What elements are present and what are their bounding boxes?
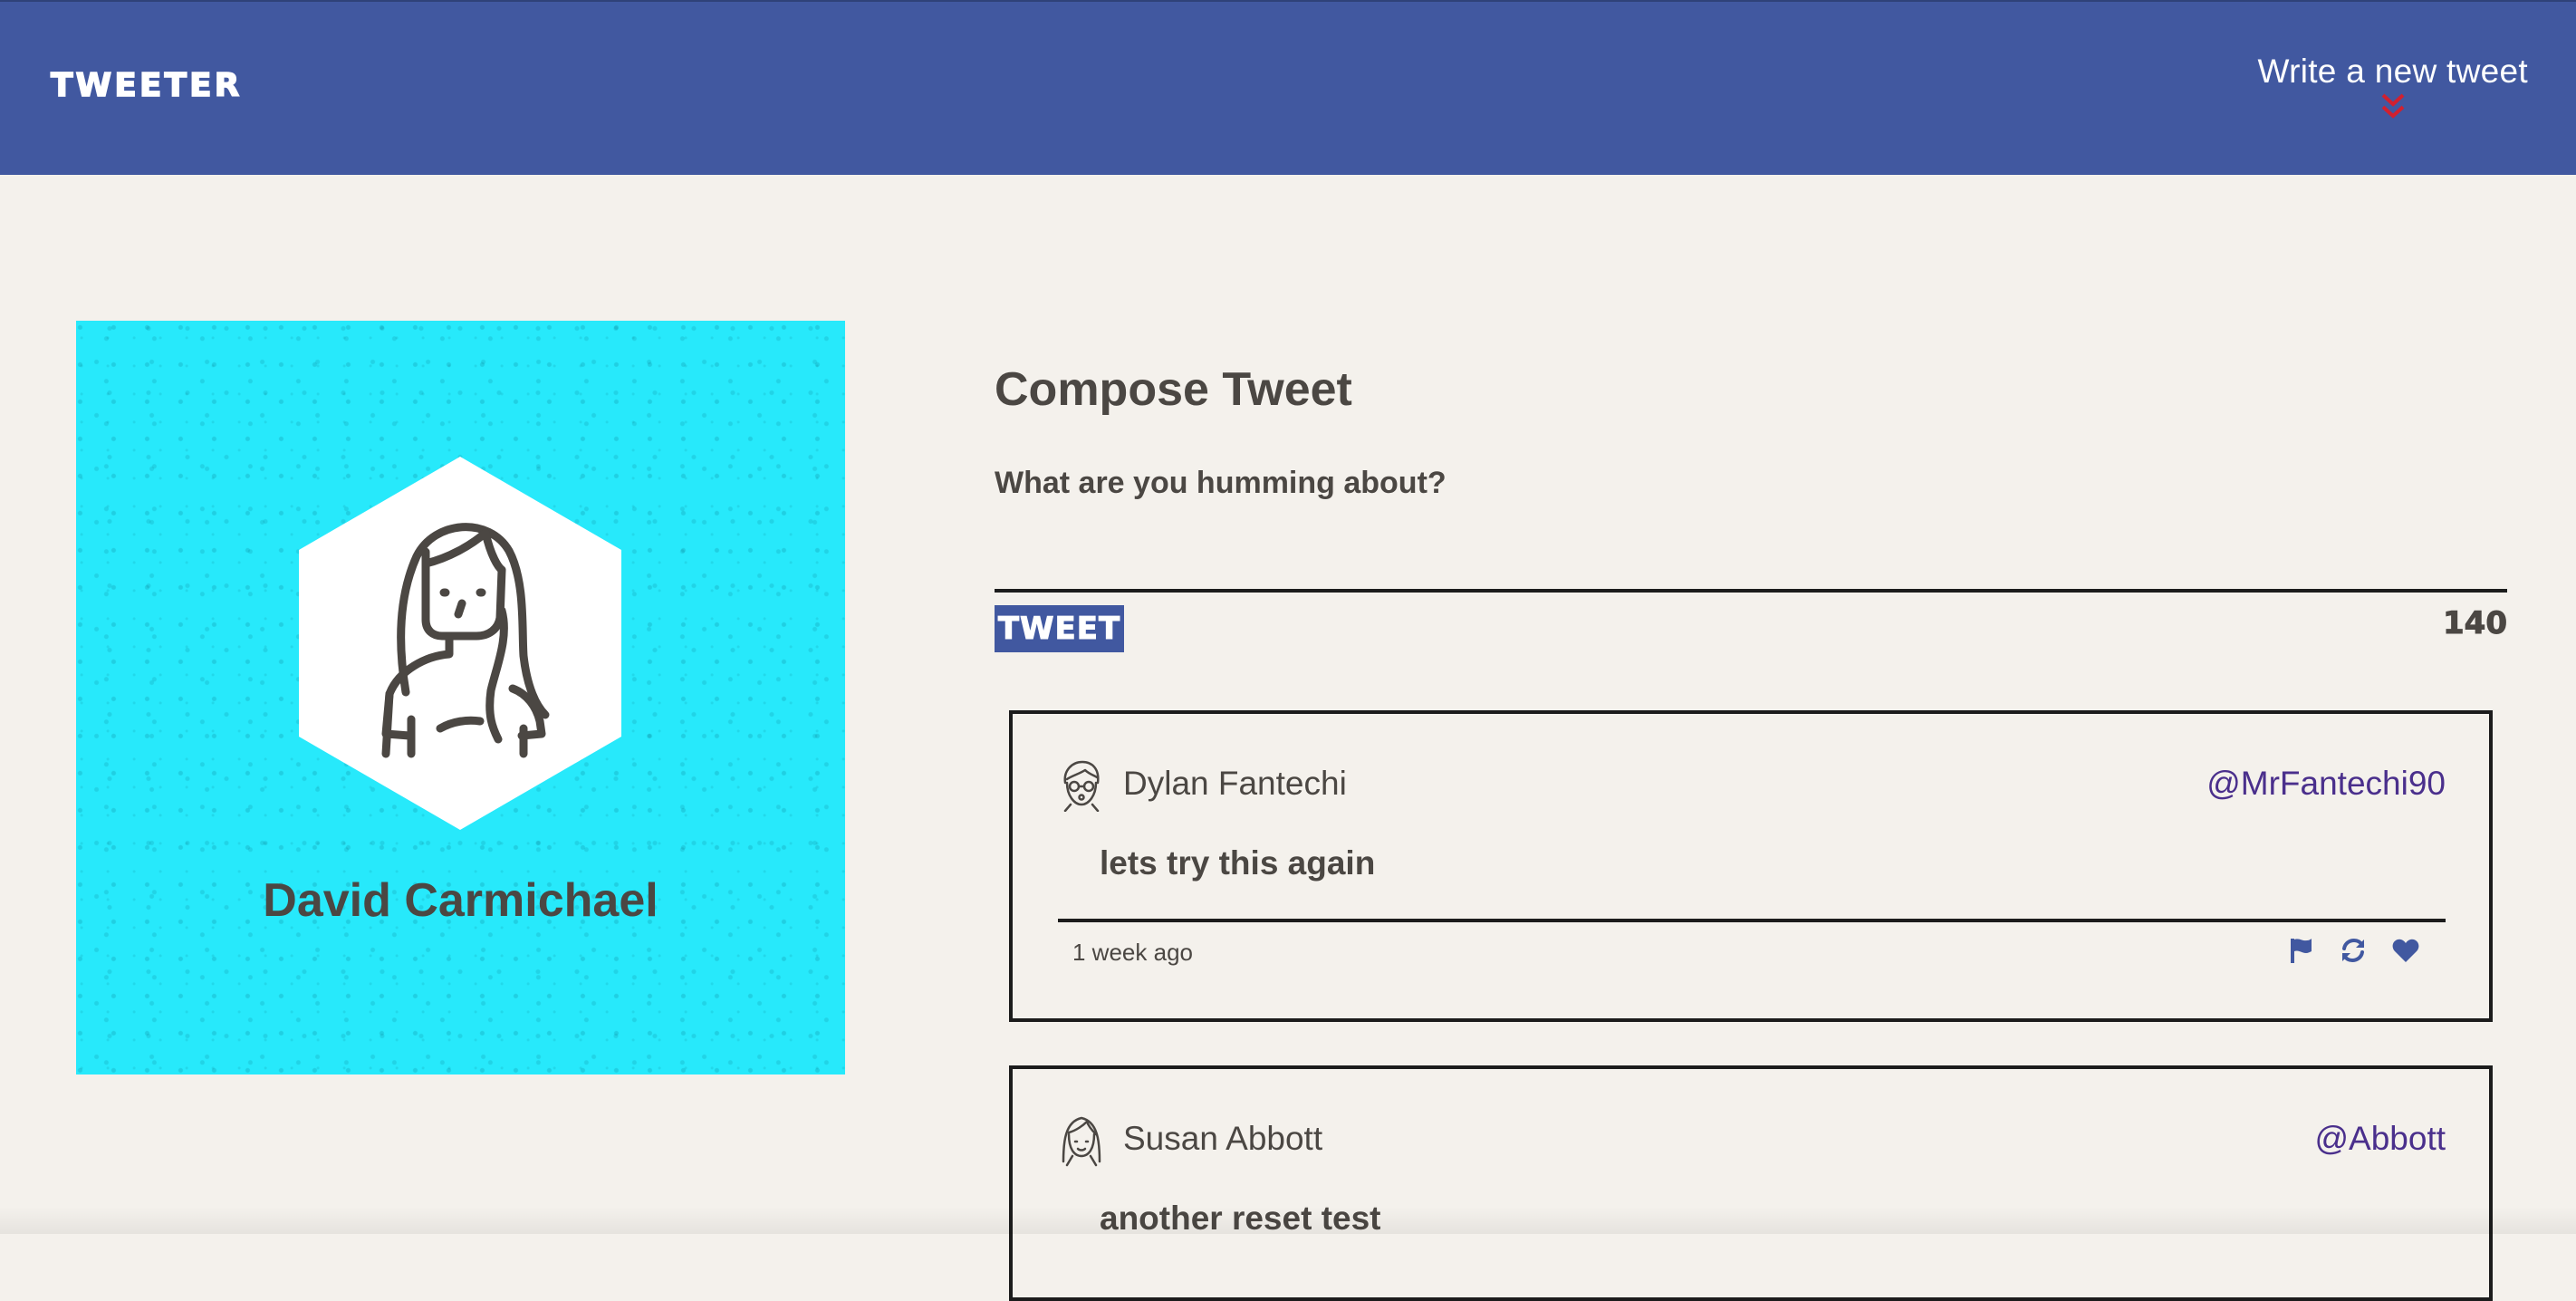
retweet-icon[interactable] xyxy=(2339,936,2368,965)
tweet-divider xyxy=(1058,919,2446,922)
profile-card: David Carmichael xyxy=(76,321,845,1075)
tweet-content: lets try this again xyxy=(1100,844,1376,882)
flag-icon[interactable] xyxy=(2286,936,2315,965)
tweet-submit-button[interactable]: TWEET xyxy=(995,605,1124,652)
tweet-content: another reset test xyxy=(1100,1200,1381,1237)
man-glasses-avatar-icon xyxy=(1063,760,1100,812)
write-new-tweet-label: Write a new tweet xyxy=(2257,53,2528,90)
compose-title: Compose Tweet xyxy=(995,363,1352,416)
woman-avatar-icon xyxy=(1062,1116,1101,1167)
top-nav: TWEETER Write a new tweet xyxy=(0,0,2576,175)
tweet-author-name: Susan Abbott xyxy=(1123,1120,1323,1157)
double-chevron-down-icon xyxy=(2381,93,2405,119)
tweet-timestamp: 1 week ago xyxy=(1072,939,1193,966)
profile-avatar xyxy=(299,457,621,830)
tweet-author-handle[interactable]: @MrFantechi90 xyxy=(2206,765,2446,803)
tweet-card: Susan Abbott @Abbott another reset test xyxy=(1009,1065,2493,1301)
tweet-actions xyxy=(2286,936,2420,965)
heart-icon[interactable] xyxy=(2391,936,2420,965)
write-new-tweet-button[interactable]: Write a new tweet xyxy=(2258,53,2528,123)
profile-name: David Carmichael xyxy=(263,874,658,927)
tweet-author-handle[interactable]: @Abbott xyxy=(2314,1120,2446,1158)
character-counter: 140 xyxy=(2443,605,2508,642)
tweet-input[interactable] xyxy=(995,466,2507,593)
tweet-author-name: Dylan Fantechi xyxy=(1123,765,1347,802)
logo[interactable]: TWEETER xyxy=(50,66,242,105)
tweet-card: Dylan Fantechi @MrFantechi90 lets try th… xyxy=(1009,710,2493,1022)
